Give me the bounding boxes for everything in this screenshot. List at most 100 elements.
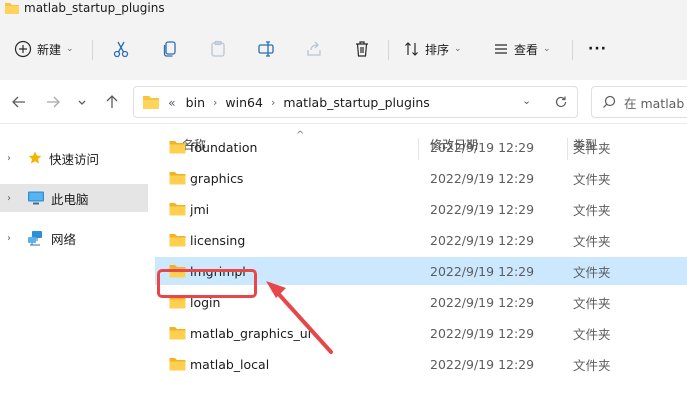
back-arrow-icon[interactable] bbox=[11, 94, 27, 110]
plus-circle-icon bbox=[14, 40, 32, 58]
file-row[interactable]: login 2022/9/19 12:29 文件夹 bbox=[155, 288, 687, 316]
search-box[interactable]: 在 matlab bbox=[591, 86, 687, 118]
file-type: 文件夹 bbox=[573, 295, 611, 311]
file-name: lmgrimpl bbox=[190, 263, 246, 279]
folder-icon bbox=[169, 326, 186, 343]
delete-button[interactable] bbox=[353, 34, 371, 64]
sidebar-item-label: 网络 bbox=[51, 231, 77, 247]
more-options-button[interactable]: ··· bbox=[588, 34, 607, 64]
folder-icon bbox=[169, 264, 186, 281]
folder-icon bbox=[169, 171, 186, 188]
file-row[interactable]: licensing 2022/9/19 12:29 文件夹 bbox=[155, 226, 687, 254]
paste-button[interactable] bbox=[209, 34, 227, 64]
file-type: 文件夹 bbox=[573, 202, 611, 218]
breadcrumb-win64[interactable]: win64 bbox=[225, 95, 263, 110]
sidebar-item-network[interactable]: › 网络 bbox=[0, 224, 148, 252]
file-name: jmi bbox=[190, 201, 210, 217]
chevron-down-icon: ⌄ bbox=[454, 44, 462, 54]
folder-icon bbox=[169, 140, 186, 157]
view-button[interactable]: 查看 ⌄ bbox=[493, 34, 551, 64]
file-row[interactable]: jmi 2022/9/19 12:29 文件夹 bbox=[155, 195, 687, 223]
file-date: 2022/9/19 12:29 bbox=[430, 232, 535, 248]
sort-icon bbox=[405, 42, 418, 56]
file-date: 2022/9/19 12:29 bbox=[430, 139, 535, 155]
folder-icon bbox=[4, 1, 20, 18]
breadcrumb-separator: › bbox=[270, 95, 276, 109]
network-icon bbox=[27, 230, 45, 246]
trash-icon bbox=[356, 41, 368, 57]
file-name: matlab_local bbox=[190, 356, 270, 372]
file-date: 2022/9/19 12:29 bbox=[430, 294, 535, 310]
file-date: 2022/9/19 12:29 bbox=[430, 170, 535, 186]
file-type: 文件夹 bbox=[573, 264, 611, 280]
folder-icon bbox=[143, 96, 159, 109]
sort-label: 排序 bbox=[425, 42, 450, 57]
sidebar-item-this-pc[interactable]: › 此电脑 bbox=[0, 184, 148, 212]
sidebar-item-label: 此电脑 bbox=[51, 191, 89, 207]
file-row[interactable]: graphics 2022/9/19 12:29 文件夹 bbox=[155, 164, 687, 192]
folder-icon bbox=[169, 233, 186, 250]
new-label: 新建 bbox=[37, 42, 62, 57]
breadcrumb-current[interactable]: matlab_startup_plugins bbox=[283, 95, 429, 110]
address-row: « bin › win64 › matlab_startup_plugins ⌄… bbox=[0, 80, 687, 124]
file-date: 2022/9/19 12:29 bbox=[430, 263, 535, 279]
computer-icon bbox=[27, 190, 45, 206]
sidebar-item-label: 快速访问 bbox=[49, 151, 100, 167]
expand-chevron-icon[interactable]: › bbox=[7, 153, 19, 164]
file-list: ^ 名称 修改日期 类型 foundation 2022/9/19 12:29 文件… bbox=[150, 124, 687, 401]
title-bar: matlab_startup_plugins bbox=[0, 0, 687, 18]
copy-icon bbox=[163, 41, 176, 57]
search-icon bbox=[603, 95, 616, 108]
share-button[interactable] bbox=[305, 34, 323, 64]
clipboard-icon bbox=[211, 40, 225, 57]
file-type: 文件夹 bbox=[573, 326, 611, 342]
sort-button[interactable]: 排序 ⌄ bbox=[404, 34, 462, 64]
refresh-icon[interactable] bbox=[554, 95, 568, 109]
toolbar-divider bbox=[92, 40, 93, 60]
file-type: 文件夹 bbox=[573, 171, 611, 187]
share-icon bbox=[307, 41, 321, 56]
file-type: 文件夹 bbox=[573, 357, 611, 373]
search-placeholder: 在 matlab bbox=[624, 95, 685, 111]
file-row[interactable]: matlab_local 2022/9/19 12:29 文件夹 bbox=[155, 350, 687, 378]
file-date: 2022/9/19 12:29 bbox=[430, 356, 535, 372]
forward-arrow-icon[interactable] bbox=[45, 94, 61, 110]
file-row[interactable]: lmgrimpl 2022/9/19 12:29 文件夹 bbox=[155, 257, 687, 285]
folder-icon bbox=[169, 357, 186, 374]
file-type: 文件夹 bbox=[573, 140, 611, 156]
rename-icon bbox=[258, 41, 274, 57]
chevron-down-icon: ⌄ bbox=[66, 44, 74, 54]
more-icon: ··· bbox=[588, 41, 607, 57]
recent-locations-chevron-icon[interactable] bbox=[77, 94, 87, 110]
file-row[interactable]: foundation 2022/9/19 12:29 文件夹 bbox=[155, 133, 687, 161]
cut-button[interactable] bbox=[112, 34, 130, 64]
toolbar-divider bbox=[572, 40, 573, 60]
expand-chevron-icon[interactable]: › bbox=[7, 193, 19, 204]
file-name: graphics bbox=[190, 170, 244, 186]
address-bar[interactable]: « bin › win64 › matlab_startup_plugins ⌄ bbox=[133, 86, 578, 118]
navigation-pane: › 快速访问 › 此电脑 › 网络 bbox=[0, 124, 150, 401]
breadcrumb-overflow[interactable]: « bbox=[168, 95, 176, 110]
breadcrumb-bin[interactable]: bin bbox=[186, 95, 205, 110]
file-row[interactable]: matlab_graphics_ui 2022/9/19 12:29 文件夹 bbox=[155, 319, 687, 347]
window-title: matlab_startup_plugins bbox=[24, 1, 165, 15]
file-name: licensing bbox=[190, 232, 246, 248]
sidebar-item-quick-access[interactable]: › 快速访问 bbox=[0, 144, 148, 172]
list-view-icon bbox=[495, 44, 507, 54]
breadcrumb-separator: › bbox=[213, 95, 218, 109]
new-button[interactable]: 新建 ⌄ bbox=[14, 34, 74, 64]
file-name: matlab_graphics_ui bbox=[190, 325, 312, 341]
star-icon bbox=[27, 150, 43, 166]
up-arrow-icon[interactable] bbox=[104, 94, 120, 110]
rename-button[interactable] bbox=[257, 34, 275, 64]
address-dropdown-chevron-icon[interactable]: ⌄ bbox=[522, 94, 531, 107]
command-bar: 新建 ⌄ 排序 ⌄ 查看 ⌄ ··· bbox=[0, 18, 687, 80]
expand-chevron-icon[interactable]: › bbox=[7, 233, 19, 244]
file-name: login bbox=[190, 294, 221, 310]
folder-icon bbox=[169, 202, 186, 219]
file-name: foundation bbox=[190, 139, 258, 155]
copy-button[interactable] bbox=[161, 34, 179, 64]
file-date: 2022/9/19 12:29 bbox=[430, 201, 535, 217]
scissors-icon bbox=[113, 41, 129, 58]
file-date: 2022/9/19 12:29 bbox=[430, 325, 535, 341]
